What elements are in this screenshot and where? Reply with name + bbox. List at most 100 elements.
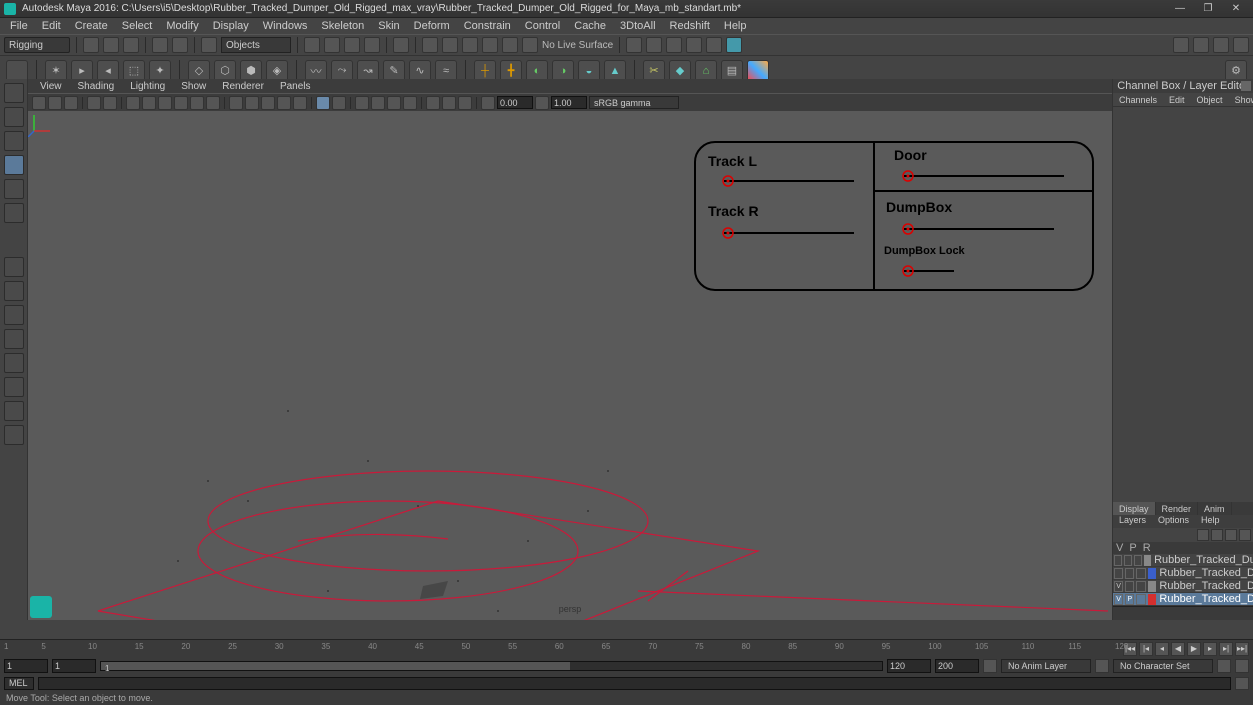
lasso-tool[interactable] (4, 107, 24, 127)
layout-custom[interactable] (4, 401, 24, 421)
cb-menu-edit[interactable]: Edit (1163, 93, 1191, 106)
menu-select[interactable]: Select (116, 20, 159, 32)
command-input[interactable] (38, 677, 1231, 690)
snap-plane-button[interactable] (364, 37, 380, 53)
panel-layout-icon[interactable] (1241, 81, 1251, 91)
close-button[interactable]: ✕ (1223, 2, 1249, 16)
render-settings-button[interactable] (482, 37, 498, 53)
menu-3dtoall[interactable]: 3DtoAll (614, 20, 661, 32)
select-tool[interactable] (4, 83, 24, 103)
viewport[interactable]: Track L Track R Door DumpBox DumpBox Loc… (28, 111, 1112, 620)
menu-skin[interactable]: Skin (372, 20, 405, 32)
toggle-2[interactable] (646, 37, 662, 53)
pt-shadows[interactable] (293, 96, 307, 110)
render-view-button[interactable] (502, 37, 518, 53)
minimize-button[interactable]: — (1167, 2, 1193, 16)
sidebar-toggle-4[interactable] (1233, 37, 1249, 53)
panel-menu-renderer[interactable]: Renderer (216, 81, 270, 92)
history-button[interactable] (422, 37, 438, 53)
paint-select-tool[interactable] (4, 131, 24, 151)
pt-textured[interactable] (261, 96, 275, 110)
redo-button[interactable] (172, 37, 188, 53)
layer-new-selected-icon[interactable] (1239, 529, 1251, 541)
time-ruler[interactable]: 1510152025303540455055606570758085909510… (4, 642, 1115, 656)
layer-scrollbar[interactable] (1113, 606, 1253, 620)
selection-mask-dropdown[interactable]: Objects (221, 37, 291, 53)
pt-xray[interactable] (332, 96, 346, 110)
hud-dumpbox-lock-label[interactable]: DumpBox Lock (884, 245, 965, 257)
menu-set-selector[interactable]: Rigging (4, 37, 70, 53)
layer-menu-options[interactable]: Options (1152, 515, 1195, 528)
step-back-button[interactable]: ◂ (1155, 642, 1169, 656)
pt-smooth[interactable] (245, 96, 259, 110)
script-lang[interactable]: MEL (4, 677, 34, 690)
char-set-icon[interactable] (1095, 659, 1109, 673)
pt-safe[interactable] (206, 96, 220, 110)
snap-grid-button[interactable] (304, 37, 320, 53)
range-end-field[interactable]: 120 (887, 659, 931, 673)
select-mode-button[interactable] (201, 37, 217, 53)
panel-menu-show[interactable]: Show (175, 81, 212, 92)
pt-aa[interactable] (403, 96, 417, 110)
range-thumb[interactable]: 1 (101, 662, 570, 670)
menu-modify[interactable]: Modify (160, 20, 204, 32)
layout-persp-outliner[interactable] (4, 353, 24, 373)
anim-layer-icon[interactable] (983, 659, 997, 673)
maximize-button[interactable]: ❐ (1195, 2, 1221, 16)
time-slider[interactable]: 1510152025303540455055606570758085909510… (0, 639, 1253, 657)
range-start-field[interactable]: 1 (52, 659, 96, 673)
step-back-key-button[interactable]: |◂ (1139, 642, 1153, 656)
sidebar-toggle-1[interactable] (1173, 37, 1189, 53)
anim-end-field[interactable]: 200 (935, 659, 979, 673)
layer-tab-display[interactable]: Display (1113, 502, 1156, 515)
rotate-tool[interactable] (4, 179, 24, 199)
scale-tool[interactable] (4, 203, 24, 223)
pt-res-gate[interactable] (158, 96, 172, 110)
layer-menu-help[interactable]: Help (1195, 515, 1226, 528)
undo-button[interactable] (152, 37, 168, 53)
layer-tab-render[interactable]: Render (1156, 502, 1199, 515)
pt-gamma-value[interactable]: 1.00 (551, 96, 587, 109)
pt-camera-select[interactable] (32, 96, 46, 110)
char-set-select[interactable]: No Character Set (1113, 659, 1213, 673)
layer-move-up-icon[interactable] (1197, 529, 1209, 541)
toggle-1[interactable] (626, 37, 642, 53)
layout-extra[interactable] (4, 425, 24, 445)
pt-isolate[interactable] (316, 96, 330, 110)
ipr-button[interactable] (462, 37, 478, 53)
layout-four[interactable] (4, 281, 24, 301)
hud-dumpbox-label[interactable]: DumpBox (886, 199, 952, 215)
layer-row[interactable]: Rubber_Tracked_Dumper_Old (1113, 554, 1253, 567)
layout-hyper[interactable] (4, 377, 24, 397)
hud-door-label[interactable]: Door (894, 147, 927, 163)
hypershade-button[interactable] (522, 37, 538, 53)
layer-row[interactable]: Rubber_Tracked_Dump (1113, 567, 1253, 580)
snap-point-button[interactable] (344, 37, 360, 53)
cb-menu-show[interactable]: Show (1229, 93, 1253, 106)
layer-row[interactable]: VPRubber_Tracked_Dump (1113, 593, 1253, 606)
menu-windows[interactable]: Windows (257, 20, 314, 32)
autokey-button[interactable] (1217, 659, 1231, 673)
toggle-6[interactable] (726, 37, 742, 53)
go-end-button[interactable]: ▸▸| (1235, 642, 1249, 656)
play-forward-button[interactable]: ▶ (1187, 642, 1201, 656)
pt-lights[interactable] (277, 96, 291, 110)
save-scene-button[interactable] (123, 37, 139, 53)
menu-help[interactable]: Help (718, 20, 753, 32)
script-editor-button[interactable] (1235, 677, 1249, 690)
menu-display[interactable]: Display (207, 20, 255, 32)
toggle-3[interactable] (666, 37, 682, 53)
menu-control[interactable]: Control (519, 20, 566, 32)
hud-track-l-label[interactable]: Track L (708, 153, 757, 169)
menu-skeleton[interactable]: Skeleton (315, 20, 370, 32)
layer-tab-anim[interactable]: Anim (1198, 502, 1232, 515)
toggle-5[interactable] (706, 37, 722, 53)
layer-row[interactable]: VRubber_Tracked_Dump (1113, 580, 1253, 593)
layout-two-stack[interactable] (4, 329, 24, 349)
menu-create[interactable]: Create (69, 20, 114, 32)
sidebar-toggle-3[interactable] (1213, 37, 1229, 53)
hud-track-r-label[interactable]: Track R (708, 203, 759, 219)
pt-wireframe[interactable] (229, 96, 243, 110)
open-scene-button[interactable] (103, 37, 119, 53)
menu-deform[interactable]: Deform (408, 20, 456, 32)
